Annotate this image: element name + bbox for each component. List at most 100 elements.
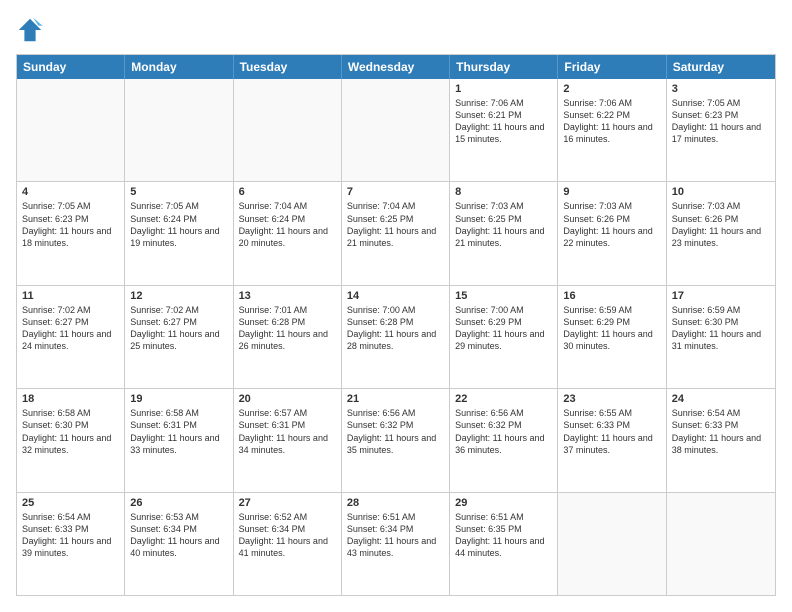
day-info: Sunrise: 6:59 AM Sunset: 6:30 PM Dayligh… (672, 304, 770, 353)
day-cell-24: 24 Sunrise: 6:54 AM Sunset: 6:33 PM Dayli… (667, 389, 775, 491)
day-cell-18: 18 Sunrise: 6:58 AM Sunset: 6:30 PM Dayli… (17, 389, 125, 491)
day-info: Sunrise: 7:05 AM Sunset: 6:24 PM Dayligh… (130, 200, 227, 249)
empty-cell (342, 79, 450, 181)
header-day-monday: Monday (125, 55, 233, 79)
day-number: 7 (347, 186, 444, 198)
calendar-week-1: 1Sunrise: 7:06 AM Sunset: 6:21 PM Daylig… (17, 79, 775, 181)
calendar-header: SundayMondayTuesdayWednesdayThursdayFrid… (17, 55, 775, 79)
day-cell-12: 12 Sunrise: 7:02 AM Sunset: 6:27 PM Dayli… (125, 286, 233, 388)
header-day-sunday: Sunday (17, 55, 125, 79)
day-info: Sunrise: 6:53 AM Sunset: 6:34 PM Dayligh… (130, 511, 227, 560)
day-info: Sunrise: 7:02 AM Sunset: 6:27 PM Dayligh… (130, 304, 227, 353)
header-day-tuesday: Tuesday (234, 55, 342, 79)
day-number: 17 (672, 290, 770, 302)
day-info: Sunrise: 7:06 AM Sunset: 6:22 PM Dayligh… (563, 97, 660, 146)
day-cell-3: 3Sunrise: 7:05 AM Sunset: 6:23 PM Daylig… (667, 79, 775, 181)
day-info: Sunrise: 7:03 AM Sunset: 6:25 PM Dayligh… (455, 200, 552, 249)
day-info: Sunrise: 7:04 AM Sunset: 6:24 PM Dayligh… (239, 200, 336, 249)
day-cell-13: 13 Sunrise: 7:01 AM Sunset: 6:28 PM Dayli… (234, 286, 342, 388)
day-info: Sunrise: 6:55 AM Sunset: 6:33 PM Dayligh… (563, 407, 660, 456)
empty-cell (17, 79, 125, 181)
day-info: Sunrise: 6:59 AM Sunset: 6:29 PM Dayligh… (563, 304, 660, 353)
day-number: 28 (347, 497, 444, 509)
header (16, 16, 776, 44)
day-number: 16 (563, 290, 660, 302)
day-number: 24 (672, 393, 770, 405)
day-info: Sunrise: 7:00 AM Sunset: 6:29 PM Dayligh… (455, 304, 552, 353)
day-info: Sunrise: 7:01 AM Sunset: 6:28 PM Dayligh… (239, 304, 336, 353)
day-number: 21 (347, 393, 444, 405)
day-info: Sunrise: 7:05 AM Sunset: 6:23 PM Dayligh… (22, 200, 119, 249)
day-number: 4 (22, 186, 119, 198)
day-cell-26: 26Sunrise: 6:53 AM Sunset: 6:34 PM Dayli… (125, 493, 233, 595)
header-day-thursday: Thursday (450, 55, 558, 79)
empty-cell (558, 493, 666, 595)
header-day-wednesday: Wednesday (342, 55, 450, 79)
day-cell-4: 4 Sunrise: 7:05 AM Sunset: 6:23 PM Daylig… (17, 182, 125, 284)
calendar-week-4: 18 Sunrise: 6:58 AM Sunset: 6:30 PM Dayli… (17, 388, 775, 491)
day-cell-20: 20 Sunrise: 6:57 AM Sunset: 6:31 PM Dayli… (234, 389, 342, 491)
calendar-week-3: 11 Sunrise: 7:02 AM Sunset: 6:27 PM Dayli… (17, 285, 775, 388)
header-day-friday: Friday (558, 55, 666, 79)
day-cell-15: 15 Sunrise: 7:00 AM Sunset: 6:29 PM Dayli… (450, 286, 558, 388)
day-cell-2: 2 Sunrise: 7:06 AM Sunset: 6:22 PM Daylig… (558, 79, 666, 181)
day-info: Sunrise: 7:06 AM Sunset: 6:21 PM Dayligh… (455, 97, 552, 146)
day-number: 3 (672, 83, 770, 95)
day-number: 15 (455, 290, 552, 302)
day-info: Sunrise: 6:57 AM Sunset: 6:31 PM Dayligh… (239, 407, 336, 456)
day-cell-11: 11 Sunrise: 7:02 AM Sunset: 6:27 PM Dayli… (17, 286, 125, 388)
day-number: 11 (22, 290, 119, 302)
day-cell-5: 5 Sunrise: 7:05 AM Sunset: 6:24 PM Daylig… (125, 182, 233, 284)
calendar-week-2: 4 Sunrise: 7:05 AM Sunset: 6:23 PM Daylig… (17, 181, 775, 284)
day-cell-7: 7 Sunrise: 7:04 AM Sunset: 6:25 PM Daylig… (342, 182, 450, 284)
logo-icon (16, 16, 44, 44)
day-cell-9: 9 Sunrise: 7:03 AM Sunset: 6:26 PM Daylig… (558, 182, 666, 284)
page: SundayMondayTuesdayWednesdayThursdayFrid… (0, 0, 792, 612)
logo (16, 16, 48, 44)
day-cell-23: 23 Sunrise: 6:55 AM Sunset: 6:33 PM Dayli… (558, 389, 666, 491)
day-number: 8 (455, 186, 552, 198)
day-cell-28: 28 Sunrise: 6:51 AM Sunset: 6:34 PM Dayli… (342, 493, 450, 595)
day-number: 10 (672, 186, 770, 198)
calendar-body: 1Sunrise: 7:06 AM Sunset: 6:21 PM Daylig… (17, 79, 775, 595)
empty-cell (125, 79, 233, 181)
day-number: 29 (455, 497, 552, 509)
day-info: Sunrise: 6:56 AM Sunset: 6:32 PM Dayligh… (347, 407, 444, 456)
day-number: 23 (563, 393, 660, 405)
day-info: Sunrise: 6:58 AM Sunset: 6:30 PM Dayligh… (22, 407, 119, 456)
day-info: Sunrise: 7:00 AM Sunset: 6:28 PM Dayligh… (347, 304, 444, 353)
day-number: 22 (455, 393, 552, 405)
day-number: 12 (130, 290, 227, 302)
day-info: Sunrise: 6:54 AM Sunset: 6:33 PM Dayligh… (22, 511, 119, 560)
day-number: 13 (239, 290, 336, 302)
day-cell-8: 8 Sunrise: 7:03 AM Sunset: 6:25 PM Daylig… (450, 182, 558, 284)
day-number: 9 (563, 186, 660, 198)
day-info: Sunrise: 6:58 AM Sunset: 6:31 PM Dayligh… (130, 407, 227, 456)
day-info: Sunrise: 7:04 AM Sunset: 6:25 PM Dayligh… (347, 200, 444, 249)
day-cell-14: 14Sunrise: 7:00 AM Sunset: 6:28 PM Dayli… (342, 286, 450, 388)
calendar-week-5: 25 Sunrise: 6:54 AM Sunset: 6:33 PM Dayli… (17, 492, 775, 595)
day-cell-22: 22 Sunrise: 6:56 AM Sunset: 6:32 PM Dayli… (450, 389, 558, 491)
day-info: Sunrise: 6:54 AM Sunset: 6:33 PM Dayligh… (672, 407, 770, 456)
day-info: Sunrise: 7:03 AM Sunset: 6:26 PM Dayligh… (563, 200, 660, 249)
day-cell-10: 10Sunrise: 7:03 AM Sunset: 6:26 PM Dayli… (667, 182, 775, 284)
day-number: 18 (22, 393, 119, 405)
day-cell-6: 6Sunrise: 7:04 AM Sunset: 6:24 PM Daylig… (234, 182, 342, 284)
day-info: Sunrise: 6:51 AM Sunset: 6:34 PM Dayligh… (347, 511, 444, 560)
day-cell-29: 29 Sunrise: 6:51 AM Sunset: 6:35 PM Dayli… (450, 493, 558, 595)
day-number: 2 (563, 83, 660, 95)
empty-cell (234, 79, 342, 181)
header-day-saturday: Saturday (667, 55, 775, 79)
day-info: Sunrise: 6:52 AM Sunset: 6:34 PM Dayligh… (239, 511, 336, 560)
day-number: 27 (239, 497, 336, 509)
day-info: Sunrise: 6:56 AM Sunset: 6:32 PM Dayligh… (455, 407, 552, 456)
day-cell-19: 19Sunrise: 6:58 AM Sunset: 6:31 PM Dayli… (125, 389, 233, 491)
day-number: 20 (239, 393, 336, 405)
day-number: 25 (22, 497, 119, 509)
day-cell-16: 16 Sunrise: 6:59 AM Sunset: 6:29 PM Dayli… (558, 286, 666, 388)
day-info: Sunrise: 7:02 AM Sunset: 6:27 PM Dayligh… (22, 304, 119, 353)
day-number: 5 (130, 186, 227, 198)
calendar: SundayMondayTuesdayWednesdayThursdayFrid… (16, 54, 776, 596)
day-info: Sunrise: 6:51 AM Sunset: 6:35 PM Dayligh… (455, 511, 552, 560)
day-cell-25: 25 Sunrise: 6:54 AM Sunset: 6:33 PM Dayli… (17, 493, 125, 595)
